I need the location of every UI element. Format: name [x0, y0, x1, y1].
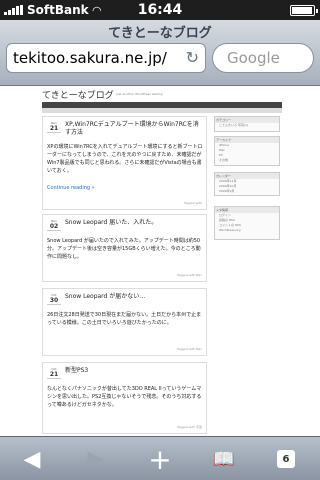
browser-toolbar: ◀ ▶ + 📖 6 — [0, 436, 320, 480]
forward-button[interactable]: ▶ — [74, 441, 118, 477]
pages-button[interactable]: 6 — [264, 441, 308, 477]
blog-subtitle: Just another WordPress weblog — [116, 92, 163, 96]
post-title[interactable]: 新型PS3 — [65, 367, 203, 375]
add-bookmark-button[interactable]: + — [138, 441, 182, 477]
tab-count: 6 — [277, 450, 295, 468]
url-text: tekitoo.sakura.ne.jp/ — [13, 49, 167, 67]
sidebar-widget: カテゴリー こてんきいろ 写真(1) — [214, 116, 280, 132]
post-footer: Tagged with Mac — [176, 273, 202, 277]
post-body: Snow Leopard が届いたので入れてみた。アップデート時間は約50分。ア… — [47, 238, 201, 260]
widget-line[interactable]: 2009年9月 — [215, 189, 279, 194]
post-body: 26日注文28日発送で30日現在まだ届かない。土日だから本州で止まっている模様。… — [47, 312, 202, 326]
bookmarks-button[interactable]: 📖 — [202, 441, 246, 477]
sidebar-widget: カレンダー 2009年11月 2009年10月 2009年9月 — [214, 172, 280, 196]
search-placeholder: Google — [227, 49, 280, 67]
continue-reading-link[interactable]: Continue reading » — [47, 185, 95, 191]
battery-icon — [290, 5, 318, 16]
web-content[interactable]: てきとーなブログ Just another WordPress weblog こ… — [0, 86, 320, 436]
post-date: Oct 30 — [47, 293, 61, 305]
post-body: なんとなくパナソニックが昔出してた3DO REAL IIっていうゲームマシンを思… — [47, 386, 202, 408]
widget-line[interactable]: WordPress.org — [215, 228, 279, 233]
post-day: 21 — [49, 125, 59, 132]
post-footer: Tagged with — [183, 201, 202, 205]
post-date: Nov 02 — [47, 219, 61, 231]
sidebar-widget: メタ情報 ログイン 投稿の RSS コメントの RSS WordPress.or… — [214, 206, 280, 240]
about-tab[interactable]: このブログについて — [42, 108, 282, 124]
post-title[interactable]: Snow Leopard が届かない… — [65, 293, 203, 301]
widget-line[interactable]: こてんきいろ 写真(1) — [215, 123, 279, 128]
post-date: Oct 21 — [47, 367, 61, 379]
post-day: 21 — [49, 371, 59, 378]
post-title[interactable]: Snow Leopard 届いた、入れた。 — [65, 219, 203, 227]
post-title[interactable]: XP,Win7RCデュアルブート環境からWin7RCを消す方法 — [65, 121, 203, 137]
widget-line[interactable]: その他 — [215, 158, 279, 163]
post-day: 02 — [49, 223, 59, 230]
post-card: Oct 30 Snow Leopard が届かない… 26日注文28日発送で30日… — [42, 288, 207, 356]
post-card: Nov 21 XP,Win7RCデュアルブート環境からWin7RCを消す方法 XP… — [42, 116, 207, 210]
blog-title[interactable]: てきとーなブログ — [42, 88, 114, 101]
post-body: XPの環境にWin7RCを入れてデュアルブート環境にすると新ブートローダーになっ… — [47, 144, 203, 174]
clock: 16:44 — [137, 2, 183, 18]
post-date: Nov 21 — [47, 121, 61, 133]
reload-icon[interactable]: ↻ — [186, 48, 199, 67]
post-card: Nov 02 Snow Leopard 届いた、入れた。 Snow Leopard… — [42, 214, 207, 282]
browser-navbar: てきとーなブログ tekitoo.sakura.ne.jp/ ↻ Google — [0, 20, 320, 86]
post-footer: Tagged with 宇宙 — [176, 425, 202, 429]
url-field[interactable]: tekitoo.sakura.ne.jp/ ↻ — [6, 43, 206, 73]
post-day: 30 — [49, 297, 59, 304]
search-field[interactable]: Google — [212, 43, 314, 73]
back-button[interactable]: ◀ — [10, 441, 54, 477]
bookmarks-icon: 📖 — [212, 448, 236, 470]
status-bar: SoftBank ◠ 16:44 — [0, 0, 320, 20]
sidebar-widget: アーカイブ iPhone Mac PC その他 — [214, 136, 280, 166]
page-title: てきとーなブログ — [108, 26, 212, 41]
post-footer: Tagged with Mac — [176, 347, 202, 351]
post-card: Oct 21 新型PS3 なんとなくパナソニックが昔出してた3DO REAL II… — [42, 362, 207, 434]
